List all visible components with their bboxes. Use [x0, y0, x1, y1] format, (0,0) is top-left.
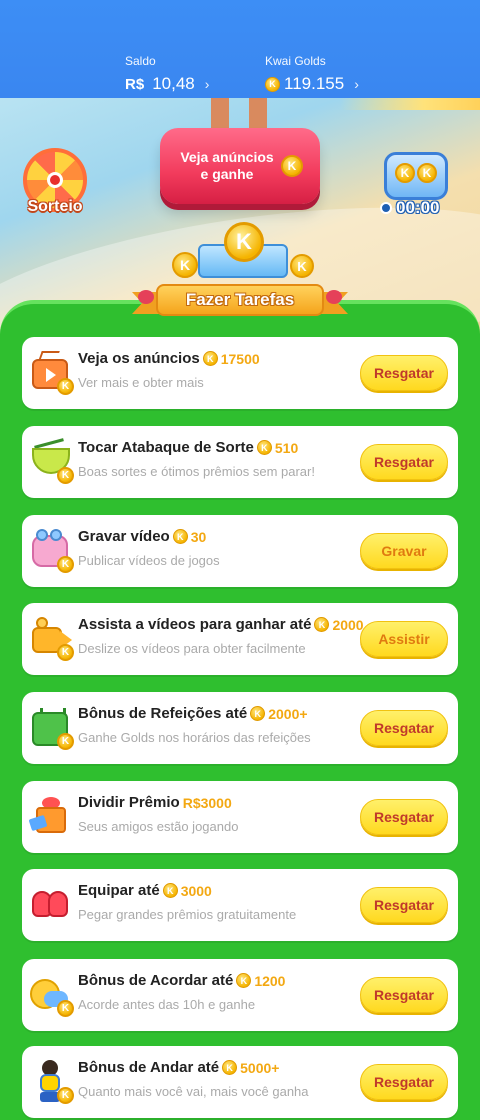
camera-icon: K: [30, 529, 74, 573]
moon-icon: K: [30, 973, 74, 1017]
chevron-right-icon: ›: [354, 76, 359, 92]
coin-icon: K: [265, 76, 280, 92]
task-subtitle: Seus amigos estão jogando: [78, 819, 239, 834]
assistir-button[interactable]: Assistir: [360, 621, 448, 657]
gift-icon: [28, 795, 72, 837]
tv-icon: K: [30, 351, 74, 395]
timer-value: 00:00: [396, 198, 440, 217]
tasks-ribbon: Fazer Tarefas: [128, 278, 352, 320]
golds-label: Kwai Golds: [265, 54, 326, 68]
task-subtitle: Ganhe Golds nos horários das refeições: [78, 730, 311, 745]
task-title: Bônus de Andar até: [78, 1059, 220, 1076]
resgatar-button[interactable]: Resgatar: [360, 444, 448, 480]
task-title: Bônus de Refeições até: [78, 705, 248, 722]
resgatar-button[interactable]: Resgatar: [360, 355, 448, 391]
task-title: Gravar vídeo: [78, 528, 170, 545]
task-subtitle: Deslize os vídeos para obter facilmente: [78, 641, 306, 656]
treasure-chest-icon: K K K: [168, 222, 316, 282]
saldo-currency: R$: [125, 75, 145, 93]
task-title: Veja os anúncios: [78, 350, 200, 367]
task-reward: 2000+: [268, 705, 308, 722]
resgatar-button[interactable]: Resgatar: [360, 1064, 448, 1100]
timed-chest-button[interactable]: K K 00:00: [378, 152, 456, 218]
coin-icon: K: [202, 351, 218, 366]
tasks-heading: Fazer Tarefas: [156, 284, 324, 316]
resgatar-button[interactable]: Resgatar: [360, 799, 448, 835]
watch-ads-label: Veja anúncios e ganhe: [180, 149, 274, 182]
coin-icon: K: [281, 155, 303, 177]
coin-icon: K: [162, 883, 178, 898]
sorteio-label: Sorteio: [27, 198, 83, 215]
chevron-right-icon: ›: [204, 76, 210, 92]
task-subtitle: Boas sortes e ótimos prêmios sem parar!: [78, 464, 315, 479]
task-title: Assista a vídeos para ganhar até: [78, 616, 312, 633]
task-reward: 5000+: [240, 1059, 280, 1076]
calendar-icon: K: [30, 706, 74, 750]
task-subtitle: Pegar grandes prêmios gratuitamente: [78, 907, 297, 922]
resgatar-button[interactable]: Resgatar: [360, 977, 448, 1013]
task-card: K Gravar vídeo K 30 Publicar vídeos de jog…: [22, 515, 458, 587]
task-subtitle: Ver mais e obter mais: [78, 375, 204, 390]
task-subtitle: Quanto mais você vai, mais você ganha: [78, 1084, 309, 1099]
task-card: K Bônus de Andar até K 5000+ Quanto mais v…: [22, 1046, 458, 1118]
task-card: K Assista a vídeos para ganhar até K 2000 …: [22, 603, 458, 675]
boxing-glove-icon: [30, 883, 72, 925]
coin-icon: K: [222, 1060, 238, 1075]
task-reward: 510: [274, 439, 299, 456]
coin-icon: K: [256, 440, 272, 455]
coin-icon: K: [250, 706, 266, 721]
task-card: Equipar até K 3000 Pegar grandes prêmios g…: [22, 869, 458, 941]
task-subtitle: Acorde antes das 10h e ganhe: [78, 997, 256, 1012]
task-card: K Veja os anúncios K 17500 Ver mais e obte…: [22, 337, 458, 409]
video-camera-icon: K: [30, 617, 74, 661]
task-reward: 1200: [254, 972, 286, 989]
task-subtitle: Publicar vídeos de jogos: [78, 553, 220, 568]
resgatar-button[interactable]: Resgatar: [360, 887, 448, 923]
crab-icon: [138, 290, 154, 304]
saldo-balance[interactable]: Saldo R$ 10,48 ›: [125, 54, 209, 94]
coin-icon: K: [236, 973, 252, 988]
coin-icon: K: [314, 617, 330, 632]
gravar-button[interactable]: Gravar: [360, 533, 448, 569]
wallet-header: Saldo R$ 10,48 › Kwai Golds K 119.155 ›: [0, 0, 480, 100]
task-title: Tocar Atabaque de Sorte: [78, 439, 254, 456]
task-reward: R$3000: [182, 794, 232, 811]
resgatar-button[interactable]: Resgatar: [360, 710, 448, 746]
task-reward: 3000: [180, 882, 212, 899]
task-title: Bônus de Acordar até: [78, 972, 234, 989]
task-reward: 17500: [220, 350, 260, 367]
saldo-value: 10,48: [152, 74, 195, 93]
golds-value: 119.155: [284, 74, 345, 93]
task-reward: 30: [190, 528, 207, 545]
coin-icon: K: [172, 529, 188, 544]
watch-ads-button[interactable]: Veja anúncios e ganhe K: [160, 128, 320, 204]
banner-accent: [340, 98, 480, 110]
task-card: K Bônus de Acordar até K 1200 Acorde antes…: [22, 959, 458, 1031]
task-title: Dividir Prêmio: [78, 794, 180, 811]
crab-icon: [326, 290, 342, 304]
drum-icon: K: [30, 438, 74, 484]
sorteio-wheel-button[interactable]: Sorteio: [20, 148, 90, 218]
saldo-label: Saldo: [125, 54, 156, 68]
clock-icon: [380, 202, 392, 214]
kwai-golds-balance[interactable]: Kwai Golds K 119.155 ›: [265, 54, 359, 94]
coin-chest-icon: K K: [384, 152, 448, 200]
task-card: Dividir Prêmio R$3000 Seus amigos estão j…: [22, 781, 458, 853]
runner-icon: K: [30, 1060, 74, 1104]
task-card: K Bônus de Refeições até K 2000+ Ganhe Gol…: [22, 692, 458, 764]
coin-icon: K: [224, 222, 264, 262]
task-title: Equipar até: [78, 882, 160, 899]
task-card: K Tocar Atabaque de Sorte K 510 Boas sorte…: [22, 426, 458, 498]
task-reward: 2000: [332, 616, 364, 633]
